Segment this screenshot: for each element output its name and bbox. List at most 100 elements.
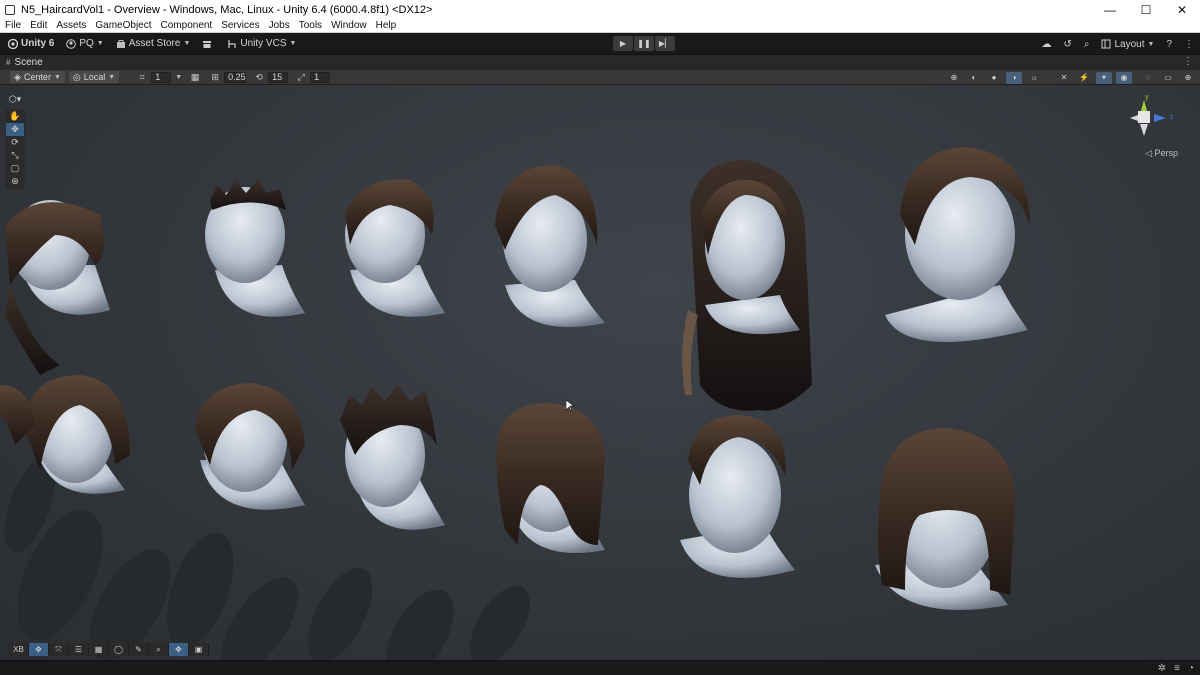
step-button[interactable]: ▶▏ xyxy=(655,36,675,51)
gizmo-y-label: y xyxy=(1145,94,1149,101)
layout-dropdown[interactable]: Layout ▼ xyxy=(1101,39,1154,50)
scene-viewport[interactable] xyxy=(0,85,1200,660)
status-icons: ✲ ≡ ◔ xyxy=(1158,663,1194,674)
space-label: Local xyxy=(83,72,106,82)
gizmos-icon[interactable]: ⊕ xyxy=(1180,72,1196,84)
tab-scene[interactable]: # Scene xyxy=(0,57,43,68)
transform-tool-icon[interactable]: ⊛ xyxy=(6,175,24,188)
play-button[interactable]: ▶ xyxy=(613,36,633,51)
unity-account-button[interactable]: Unity 6 xyxy=(4,36,58,52)
menu-tools[interactable]: Tools xyxy=(299,20,322,31)
status-bar: ✲ ≡ ◔ xyxy=(0,660,1200,675)
chevron-down-icon: ▼ xyxy=(289,40,297,47)
menu-window[interactable]: Window xyxy=(331,20,367,31)
vcs-dropdown[interactable]: Unity VCS ▼ xyxy=(223,36,300,52)
progress-icon[interactable]: ◔ xyxy=(1188,663,1194,674)
menu-assets[interactable]: Assets xyxy=(56,20,86,31)
package-icon xyxy=(203,40,212,48)
scene-tab-icon: # xyxy=(6,58,11,67)
help-icon[interactable]: ? xyxy=(1166,39,1172,50)
account-dropdown[interactable]: PQ ▼ xyxy=(62,36,107,52)
camera-tool-icon[interactable]: ▣ xyxy=(189,643,209,656)
grid-tool-icon[interactable]: ▦ xyxy=(89,643,109,656)
scale-snap-field[interactable]: 1 xyxy=(310,71,331,83)
rotate-snap-field[interactable]: 15 xyxy=(268,71,289,83)
search-icon[interactable]: ⌕ xyxy=(149,643,169,656)
grid-snap-field[interactable]: 1 xyxy=(151,71,172,83)
scale-tool-icon[interactable]: ⤡ xyxy=(6,149,24,162)
minimize-button[interactable]: — xyxy=(1092,0,1128,19)
head-row-2-1 xyxy=(0,375,130,494)
grid-visibility-icon[interactable]: ▦ xyxy=(188,71,202,83)
pivot-label: Center xyxy=(23,72,51,82)
lighting-icon[interactable]: ☼ xyxy=(1026,72,1042,84)
menu-gameobject[interactable]: GameObject xyxy=(95,20,151,31)
align-tool-icon[interactable]: ☰ xyxy=(69,643,89,656)
lit-sphere-icon[interactable]: ● xyxy=(986,72,1002,84)
window-title-bar: N5_HaircardVol1 - Overview - Windows, Ma… xyxy=(0,0,1200,19)
tool-context-dropdown[interactable]: ⬡▾ xyxy=(5,92,25,106)
layout-icon xyxy=(1101,39,1111,49)
chevron-down-icon[interactable]: ▼ xyxy=(175,74,182,81)
overlay-xb-button[interactable]: XB xyxy=(9,643,29,656)
menu-bar: File Edit Assets GameObject Component Se… xyxy=(0,19,1200,33)
history-icon[interactable]: ↺ xyxy=(1063,39,1071,50)
orientation-gizmo[interactable]: y z xyxy=(1126,94,1176,142)
shading-mode-icon[interactable]: ◑ xyxy=(1006,71,1022,84)
head-row-1-4 xyxy=(495,165,605,328)
menu-file[interactable]: File xyxy=(5,20,21,31)
menu-help[interactable]: Help xyxy=(376,20,397,31)
search-icon[interactable]: ⌕ xyxy=(1084,39,1090,50)
cloud-icon[interactable]: ☁ xyxy=(1041,39,1051,50)
rotate-tool-icon[interactable]: ⟳ xyxy=(6,136,24,149)
rect-tool-icon[interactable]: ▢ xyxy=(6,162,24,175)
move-tool-icon[interactable]: ✥ xyxy=(6,123,24,136)
scene-fx-icon[interactable]: ✦ xyxy=(1096,71,1112,84)
paint-tool-icon[interactable]: ✎ xyxy=(129,643,149,656)
menu-jobs[interactable]: Jobs xyxy=(269,20,290,31)
camera-settings-icon[interactable]: ▭ xyxy=(1160,72,1176,84)
menu-edit[interactable]: Edit xyxy=(30,20,47,31)
increment-snap-icon[interactable]: ⊞ xyxy=(208,71,222,83)
move-snap-icon[interactable]: ✥ xyxy=(29,643,49,656)
audio-mute-icon[interactable]: ✕ xyxy=(1056,72,1072,84)
maximize-button[interactable]: ☐ xyxy=(1128,0,1164,19)
transform-gizmo-icon[interactable]: ✥ xyxy=(169,643,189,656)
visibility-icon[interactable]: ◉ xyxy=(1116,71,1132,84)
chevron-down-icon: ▼ xyxy=(183,40,191,47)
debug-bug-icon[interactable]: ✲ xyxy=(1158,663,1166,674)
hand-tool-icon[interactable]: ✋ xyxy=(6,110,24,123)
vcs-label: Unity VCS xyxy=(240,38,287,49)
effects-icon[interactable]: ⚡ xyxy=(1076,72,1092,84)
globe-icon[interactable]: ⊕ xyxy=(946,72,962,84)
chevron-down-icon: ▼ xyxy=(108,73,116,81)
window-title: N5_HaircardVol1 - Overview - Windows, Ma… xyxy=(21,3,433,16)
projection-toggle[interactable]: ◁ Persp xyxy=(1145,148,1178,159)
rotate-snap-icon[interactable]: ⟲ xyxy=(252,71,266,83)
sphere-tool-icon[interactable]: ◯ xyxy=(109,643,129,656)
asset-store-label: Asset Store xyxy=(128,38,181,49)
increment-snap-field[interactable]: 0.25 xyxy=(224,71,247,83)
stack-icon[interactable]: ≡ xyxy=(1174,663,1180,674)
scale-snap-icon[interactable]: ⤢ xyxy=(294,71,308,83)
shaded-mode-icon[interactable]: ◐ xyxy=(966,72,982,84)
layout-label: Layout xyxy=(1114,38,1145,50)
pause-button[interactable]: ❚❚ xyxy=(634,36,654,51)
hidden-objects-icon[interactable]: ◌ xyxy=(1140,72,1156,84)
asset-store-dropdown[interactable]: Asset Store ▼ xyxy=(112,36,195,52)
pivot-mode-dropdown[interactable]: ◈ Center ▼ xyxy=(10,71,65,83)
branch-icon xyxy=(228,39,236,48)
close-button[interactable]: ✕ xyxy=(1164,0,1200,19)
menu-services[interactable]: Services xyxy=(221,20,259,31)
grid-snap-icon[interactable]: ⌗ xyxy=(135,71,149,83)
chevron-down-icon: ▼ xyxy=(96,40,104,47)
pivot-tool-icon[interactable]: ⤧ xyxy=(49,643,69,656)
kebab-icon[interactable]: ⋮ xyxy=(1183,56,1193,67)
menu-component[interactable]: Component xyxy=(161,20,213,31)
pivot-icon: ◈ xyxy=(14,71,21,82)
kebab-icon[interactable]: ⋮ xyxy=(1184,39,1194,50)
toolbar-right: ☁ ↺ ⌕ Layout ▼ ? ⋮ xyxy=(1029,35,1194,53)
pivot-space-dropdown[interactable]: ◎ Local ▼ xyxy=(68,71,120,83)
transform-tools: ✋ ✥ ⟳ ⤡ ▢ ⊛ xyxy=(5,109,25,189)
package-button[interactable] xyxy=(198,36,219,52)
